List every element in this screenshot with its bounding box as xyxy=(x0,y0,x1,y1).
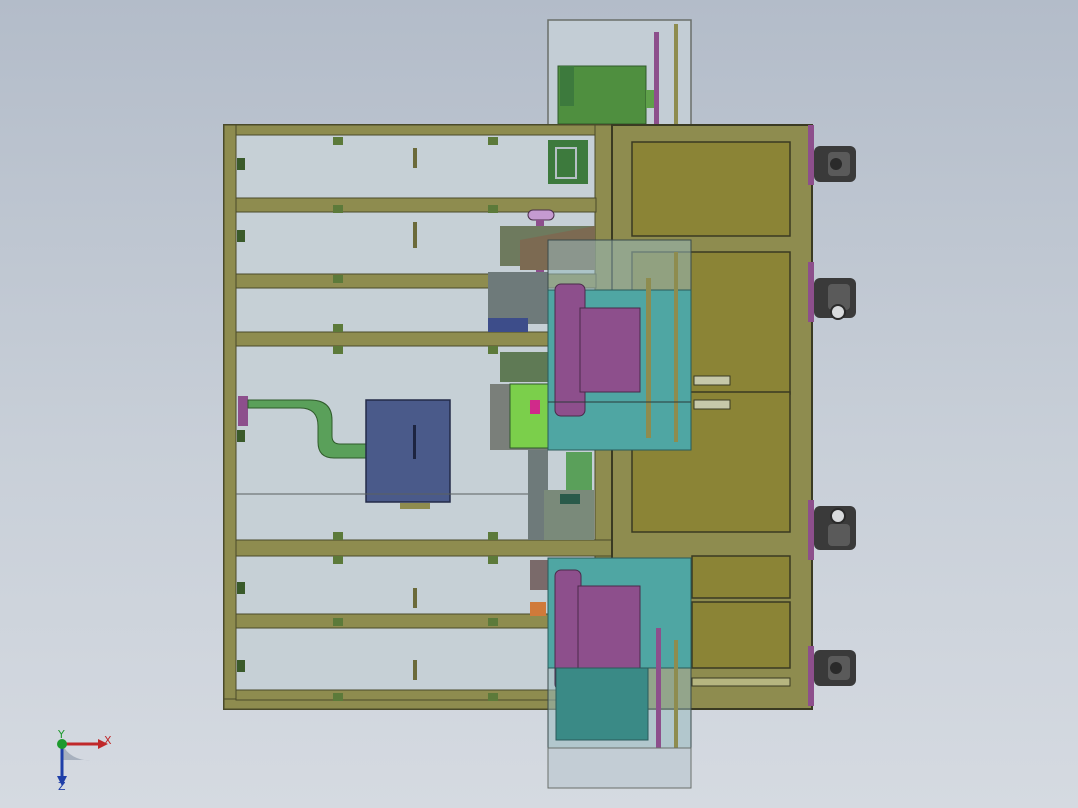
cad-viewport[interactable]: X Y Z xyxy=(0,0,1078,808)
motor-box-icon xyxy=(365,399,451,509)
coordinate-triad[interactable]: X Y Z xyxy=(57,728,112,793)
caster-wheel-icon xyxy=(814,146,856,686)
roller-drum-icon xyxy=(547,239,692,451)
y-axis-label: Y xyxy=(57,728,65,741)
top-feeder-housing xyxy=(547,19,692,127)
lower-roller-drum-icon xyxy=(547,557,692,789)
x-axis-label: X xyxy=(104,734,112,747)
z-axis-label: Z xyxy=(58,780,66,793)
